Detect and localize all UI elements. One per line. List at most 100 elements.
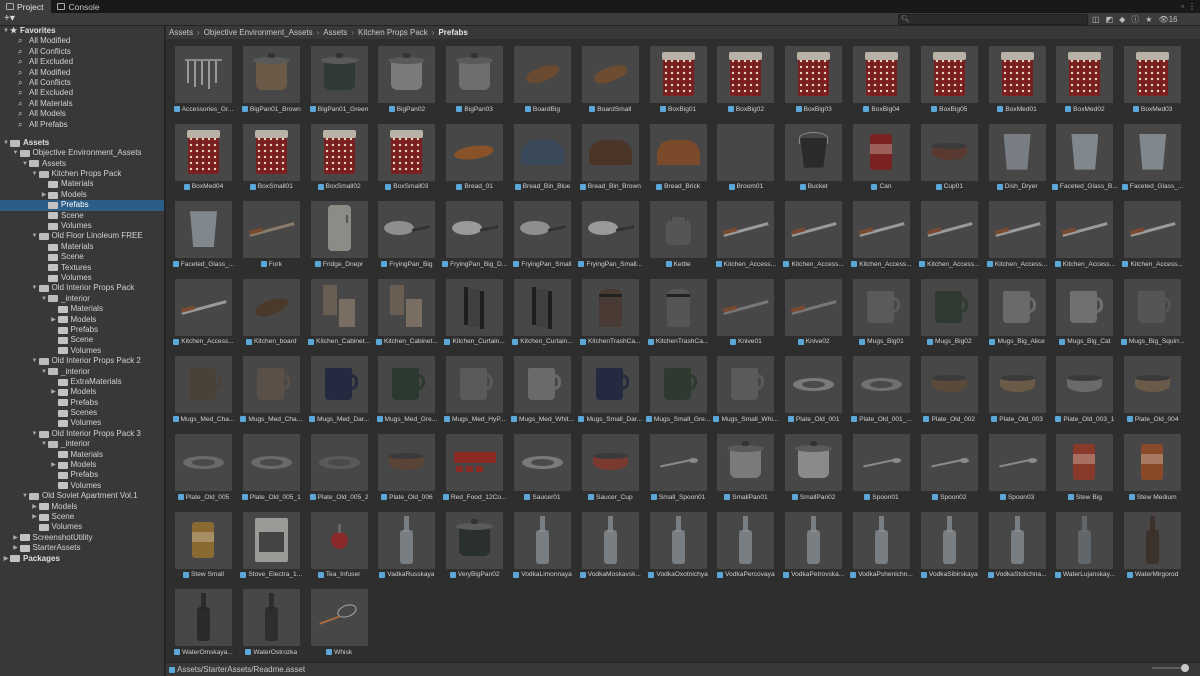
- asset-thumbnail[interactable]: [514, 434, 571, 491]
- folder-tree-item[interactable]: ▼ Old Floor Linoleum FREE: [0, 231, 164, 241]
- folder-tree-item[interactable]: ▼ Assets: [0, 159, 164, 169]
- asset-item[interactable]: Spoon03: [984, 434, 1050, 508]
- asset-item[interactable]: BigPan01_Green: [306, 46, 372, 120]
- asset-thumbnail[interactable]: [175, 278, 232, 336]
- asset-thumbnail[interactable]: [785, 356, 843, 414]
- asset-thumbnail[interactable]: [1124, 278, 1182, 336]
- asset-thumbnail[interactable]: [853, 511, 910, 569]
- asset-thumbnail[interactable]: [378, 201, 436, 259]
- asset-thumbnail[interactable]: [378, 123, 436, 181]
- asset-item[interactable]: BoxSmall02: [306, 123, 372, 198]
- asset-thumbnail[interactable]: [717, 46, 775, 103]
- asset-thumbnail[interactable]: [242, 123, 300, 181]
- asset-item[interactable]: Knive02: [780, 278, 846, 353]
- asset-item[interactable]: WaterOmskaya...: [170, 589, 236, 663]
- folder-tree-item[interactable]: ▶ Models: [0, 502, 164, 512]
- asset-thumbnail[interactable]: [1056, 278, 1114, 336]
- expand-arrow-icon[interactable]: ▼: [12, 148, 20, 158]
- asset-item[interactable]: Stew Small: [170, 511, 236, 586]
- asset-item[interactable]: VeryBigPan02: [441, 511, 507, 586]
- folder-tree-item[interactable]: ▶ Models: [0, 315, 164, 325]
- asset-thumbnail[interactable]: [581, 511, 639, 569]
- folder-tree-item[interactable]: ▶ Models: [0, 460, 164, 470]
- folder-tree-item[interactable]: Prefabs: [0, 470, 164, 480]
- folder-tree-item[interactable]: ▶ StarterAssets: [0, 543, 164, 553]
- asset-item[interactable]: Broom01: [712, 123, 778, 198]
- folder-tree-item[interactable]: Materials: [0, 242, 164, 252]
- folder-tree-item[interactable]: ▼ Old Interior Props Pack 3: [0, 429, 164, 439]
- asset-thumbnail[interactable]: [581, 434, 639, 491]
- asset-item[interactable]: Bucket: [780, 123, 846, 198]
- asset-item[interactable]: VodkaLimonnaya: [509, 511, 575, 586]
- expand-arrow-icon[interactable]: ▶: [31, 512, 39, 522]
- asset-thumbnail[interactable]: [1124, 434, 1182, 491]
- expand-arrow-icon[interactable]: ▶: [12, 543, 20, 553]
- asset-thumbnail[interactable]: [175, 201, 232, 259]
- asset-thumbnail[interactable]: [514, 278, 571, 336]
- asset-item[interactable]: Mugs_Med_Whit...: [509, 356, 575, 430]
- expand-arrow-icon[interactable]: ▶: [40, 190, 48, 200]
- asset-item[interactable]: BoxBig03: [780, 46, 846, 120]
- asset-item[interactable]: Plate_Old_005_2: [306, 434, 372, 508]
- asset-thumbnail[interactable]: [1056, 46, 1114, 103]
- asset-item[interactable]: Stove_Electra_1...: [238, 511, 304, 586]
- breadcrumb-item[interactable]: Assets: [169, 28, 193, 37]
- asset-item[interactable]: BoxMed02: [1051, 46, 1117, 120]
- asset-thumbnail[interactable]: [785, 434, 843, 491]
- asset-thumbnail[interactable]: [581, 356, 639, 414]
- lock-icon[interactable]: ▫: [1181, 2, 1184, 11]
- favorite-item[interactable]: ⌕ All Excluded: [0, 57, 164, 67]
- asset-thumbnail[interactable]: [1124, 201, 1182, 259]
- asset-thumbnail[interactable]: [581, 46, 639, 103]
- asset-thumbnail[interactable]: [988, 123, 1046, 181]
- asset-thumbnail[interactable]: [920, 511, 978, 569]
- asset-thumbnail[interactable]: [310, 356, 368, 414]
- asset-item[interactable]: BigPan03: [441, 46, 507, 120]
- asset-thumbnail[interactable]: [717, 434, 775, 491]
- asset-thumbnail[interactable]: [310, 511, 368, 569]
- asset-thumbnail[interactable]: [446, 511, 504, 569]
- asset-thumbnail[interactable]: [1056, 511, 1114, 569]
- folder-tree-item[interactable]: Prefabs: [0, 398, 164, 408]
- asset-item[interactable]: Mugs_Small_Dar...: [577, 356, 643, 430]
- create-button[interactable]: +▾: [4, 13, 15, 25]
- asset-thumbnail[interactable]: [514, 46, 571, 103]
- asset-item[interactable]: Plate_Old_005: [170, 434, 236, 508]
- asset-item[interactable]: Spoon02: [916, 434, 982, 508]
- asset-item[interactable]: Faceted_Glass_...: [170, 201, 236, 275]
- asset-item[interactable]: Cup01: [916, 123, 982, 198]
- asset-thumbnail[interactable]: [581, 123, 639, 181]
- folder-tree-item[interactable]: Volumes: [0, 522, 164, 532]
- folder-tree-item[interactable]: Scene: [0, 252, 164, 262]
- asset-item[interactable]: SmallPan01: [712, 434, 778, 508]
- asset-item[interactable]: Kitchen_Cabinet...: [373, 278, 439, 353]
- folder-tree-item[interactable]: Volumes: [0, 481, 164, 491]
- folder-tree-item[interactable]: ExtraMaterials: [0, 377, 164, 387]
- asset-thumbnail[interactable]: [514, 356, 571, 414]
- expand-arrow-icon[interactable]: ▼: [21, 159, 29, 169]
- folder-tree-item[interactable]: Volumes: [0, 221, 164, 231]
- thumbnail-size-slider[interactable]: [1152, 664, 1189, 672]
- asset-thumbnail[interactable]: [920, 201, 978, 259]
- breadcrumb-item[interactable]: Prefabs: [438, 28, 467, 37]
- asset-item[interactable]: BoxBig01: [645, 46, 711, 120]
- expand-arrow-icon[interactable]: ▶: [50, 460, 58, 470]
- asset-item[interactable]: Mugs_Big02: [916, 278, 982, 353]
- search-by-type-icon[interactable]: ◫: [1092, 15, 1100, 24]
- expand-arrow-icon[interactable]: ▼: [31, 356, 39, 366]
- asset-thumbnail[interactable]: [514, 123, 571, 181]
- asset-thumbnail[interactable]: [175, 434, 232, 491]
- asset-thumbnail[interactable]: [920, 356, 978, 414]
- asset-thumbnail[interactable]: [1056, 201, 1114, 259]
- asset-thumbnail[interactable]: [175, 589, 232, 647]
- asset-thumbnail[interactable]: [785, 123, 843, 181]
- folder-tree-item[interactable]: ▼ Kitchen Props Pack: [0, 169, 164, 179]
- asset-item[interactable]: Kitchen_board: [238, 278, 304, 353]
- slider-knob[interactable]: [1181, 664, 1189, 672]
- asset-item[interactable]: Mugs_Big01: [848, 278, 914, 353]
- asset-item[interactable]: BoardBig: [509, 46, 575, 120]
- asset-item[interactable]: Kitchen_Access...: [712, 201, 778, 275]
- asset-item[interactable]: Plate_Old_003: [984, 356, 1050, 430]
- asset-item[interactable]: Plate_Old_004: [1119, 356, 1185, 430]
- asset-item[interactable]: Bread_Bin_Blue: [509, 123, 575, 198]
